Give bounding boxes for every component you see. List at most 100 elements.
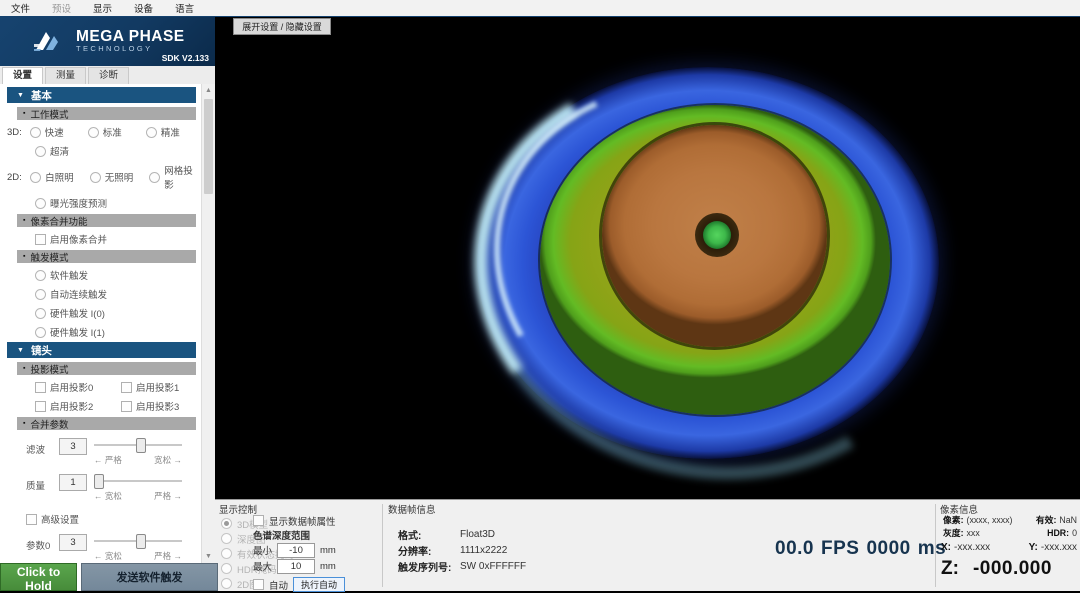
scroll-up-icon[interactable]: ▲	[202, 84, 215, 97]
tab-diagnose[interactable]: 诊断	[88, 67, 130, 84]
menu-preset[interactable]: 预设	[41, 1, 82, 15]
radio-3d-fine[interactable]: 精准	[145, 125, 200, 139]
tab-settings[interactable]: 设置	[2, 67, 44, 85]
filter-label: 滤波	[26, 445, 46, 456]
xy-row: X: -xxx.xxx Y: -xxx.xxx	[941, 542, 1077, 553]
send-software-trigger-button[interactable]: 发送软件触发	[81, 563, 218, 591]
quality-value-input[interactable]: 1	[59, 474, 87, 491]
subsection-binning: ▪ 像素合并功能	[17, 214, 196, 228]
collapse-icon: ▼	[17, 346, 24, 354]
radio-hw-trigger-1[interactable]: 硬件触发 I(1)	[35, 325, 105, 339]
radio-icon	[35, 326, 46, 338]
radio-3d-standard[interactable]: 标准	[87, 125, 142, 139]
trigger-row-auto: 自动连续触发	[35, 287, 200, 301]
menu-language[interactable]: 语言	[164, 1, 205, 15]
checkbox-icon	[26, 513, 37, 525]
toggle-settings-button[interactable]: 展开设置 / 隐藏设置	[233, 18, 331, 35]
ms-value: 0000	[866, 538, 911, 559]
checkbox-icon	[121, 381, 132, 393]
frame-info-title: 数据帧信息	[388, 505, 436, 516]
menu-display[interactable]: 显示	[82, 1, 123, 15]
scroll-down-icon[interactable]: ▼	[202, 550, 215, 563]
projection-label: 投影模式	[30, 364, 69, 376]
filter-slider[interactable]	[94, 438, 182, 453]
radio-2d-white[interactable]: 白照明	[30, 170, 86, 184]
merge-params-label: 合并参数	[30, 419, 69, 431]
subsection-trigger: ▪ 触发模式	[17, 250, 196, 264]
radio-auto-trigger[interactable]: 自动连续触发	[35, 287, 107, 301]
radio-icon	[35, 307, 46, 319]
work-mode-2d-row2: 曝光强度预测	[35, 196, 200, 210]
viewport-3d[interactable]: 展开设置 / 隐藏设置	[215, 16, 1080, 499]
loose-caption: 宽松 →	[154, 455, 182, 465]
section-bullet-icon: ▪	[23, 253, 26, 260]
sidebar: MEGA PHASE TECHNOLOGY SDK V2.133 设置 测量 诊…	[0, 16, 218, 593]
section-lens[interactable]: ▼ 镜头	[7, 342, 196, 358]
scrollbar-thumb[interactable]	[204, 99, 213, 194]
projection-row1: 启用投影0 启用投影1	[35, 380, 200, 394]
section-basic[interactable]: ▼ 基本	[7, 87, 196, 103]
work-mode-2d-row: 2D: 白照明 无照明 网格投影	[7, 163, 200, 191]
auto-label: 自动	[269, 580, 289, 592]
settings-scroll-area: ▼ 基本 ▪ 工作模式 3D: 快速 标准 精准 超清 2D: 白照明 无照明 …	[0, 84, 215, 563]
execute-auto-button[interactable]: 执行自动	[293, 577, 346, 592]
param0-slider[interactable]	[94, 534, 182, 549]
slider-thumb[interactable]	[136, 438, 146, 453]
slider-thumb[interactable]	[94, 474, 104, 489]
loose-caption: ← 宽松	[94, 491, 122, 501]
radio-2d-none[interactable]: 无照明	[89, 170, 146, 184]
menu-device[interactable]: 设备	[123, 1, 164, 15]
section-basic-label: 基本	[30, 89, 52, 102]
strict-caption: 严格 →	[154, 551, 182, 561]
menu-file[interactable]: 文件	[0, 1, 41, 15]
checkbox-enable-binning[interactable]: 启用像素合并	[35, 232, 107, 246]
checkbox-projection-2[interactable]: 启用投影2	[35, 399, 117, 413]
max-depth-input[interactable]: 10	[277, 558, 316, 574]
checkbox-projection-1[interactable]: 启用投影1	[121, 380, 179, 394]
y-value: -xxx.xxx	[1040, 542, 1077, 553]
checkbox-projection-3[interactable]: 启用投影3	[121, 399, 179, 413]
checkbox-icon[interactable]	[253, 515, 264, 526]
radio-3d-ultra[interactable]: 超清	[35, 144, 93, 158]
z-row: Z: -000.000	[941, 558, 1052, 579]
radio-exposure-predict[interactable]: 曝光强度预测	[35, 196, 107, 210]
radio-software-trigger[interactable]: 软件触发	[35, 268, 88, 282]
checkbox-icon	[121, 400, 132, 412]
subsection-projection: ▪ 投影模式	[17, 362, 196, 376]
radio-hw-trigger-0[interactable]: 硬件触发 I(0)	[35, 306, 105, 320]
section-bullet-icon: ▪	[23, 365, 26, 372]
filter-value-input[interactable]: 3	[59, 438, 87, 455]
click-to-hold-button[interactable]: Click to Hold	[0, 563, 77, 593]
param0-value-input[interactable]: 3	[59, 534, 87, 551]
depth-range-controls: 显示数据帧属性 色谱深度范围 最小 -10 mm 最大 10 mm 自动 执行自…	[253, 513, 383, 592]
work-mode-3d-row: 3D: 快速 标准 精准	[7, 125, 200, 139]
checkbox-projection-0[interactable]: 启用投影0	[35, 380, 117, 394]
bottom-panel: 显示控制 3D模型 深度图 有效状态掩码 HDR掩码 2D图 显示数据帧属性 色…	[215, 499, 1080, 592]
quality-slider-row: 质量 1 ← 宽松 严格 →	[26, 474, 200, 502]
radio-3d-fast[interactable]: 快速	[29, 125, 84, 139]
menu-bar: 文件 预设 显示 设备 语言	[0, 0, 1080, 17]
slider-thumb[interactable]	[136, 534, 146, 549]
radio-icon	[35, 145, 46, 157]
checkbox-advanced[interactable]: 高级设置	[26, 512, 79, 526]
checkbox-icon[interactable]	[253, 579, 264, 590]
binning-row: 启用像素合并	[35, 232, 200, 246]
checkbox-icon	[35, 400, 46, 412]
sidebar-scrollbar[interactable]: ▲ ▼	[201, 84, 215, 563]
radio-2d-grid[interactable]: 网格投影	[149, 163, 200, 191]
section-lens-label: 镜头	[30, 344, 52, 357]
panel-divider	[382, 504, 383, 587]
performance-stats: 00.0 FPS 0000 ms	[768, 538, 946, 560]
gray-row: 灰度: xxx HDR: 0	[943, 527, 1077, 539]
max-unit: mm	[320, 560, 336, 572]
show-frame-props-row: 显示数据帧属性	[253, 513, 383, 528]
resolution-row: 分辨率: 1111x2222	[398, 544, 508, 558]
projection-row2: 启用投影2 启用投影3	[35, 399, 200, 413]
quality-label: 质量	[26, 481, 46, 492]
tab-measure[interactable]: 测量	[45, 67, 87, 84]
section-bullet-icon: ▪	[23, 217, 26, 224]
min-depth-input[interactable]: -10	[277, 542, 316, 558]
quality-slider[interactable]	[94, 474, 182, 489]
x-value: -xxx.xxx	[954, 542, 991, 553]
param0-label: 参数0	[26, 541, 51, 552]
